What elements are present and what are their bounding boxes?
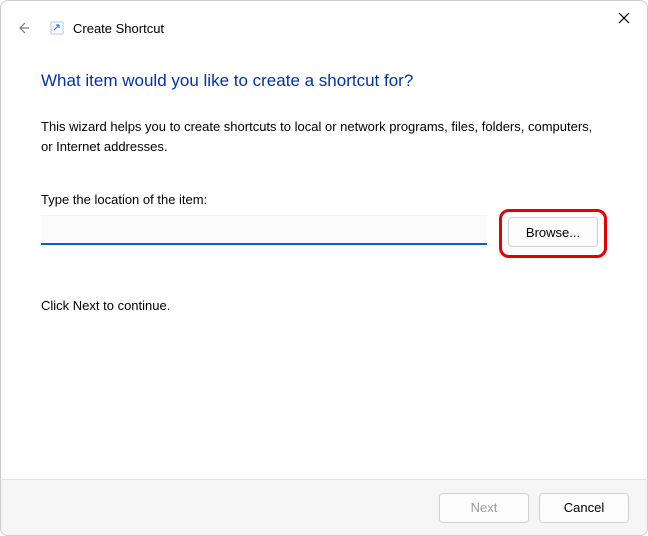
window-title: Create Shortcut: [73, 21, 164, 36]
wizard-content: What item would you like to create a sho…: [1, 41, 647, 479]
back-arrow-icon[interactable]: [13, 18, 33, 38]
page-heading: What item would you like to create a sho…: [41, 71, 607, 91]
titlebar: Create Shortcut: [1, 1, 647, 41]
browse-highlight: Browse...: [499, 209, 607, 258]
cancel-button[interactable]: Cancel: [539, 493, 629, 523]
browse-button[interactable]: Browse...: [508, 217, 598, 247]
location-input[interactable]: [41, 215, 487, 245]
location-label: Type the location of the item:: [41, 192, 607, 207]
close-icon[interactable]: [615, 9, 633, 27]
page-description: This wizard helps you to create shortcut…: [41, 117, 607, 156]
next-button[interactable]: Next: [439, 493, 529, 523]
wizard-footer: Next Cancel: [1, 479, 647, 535]
location-row: Browse...: [41, 215, 607, 258]
continue-hint: Click Next to continue.: [41, 298, 607, 313]
shortcut-app-icon: [49, 20, 65, 36]
